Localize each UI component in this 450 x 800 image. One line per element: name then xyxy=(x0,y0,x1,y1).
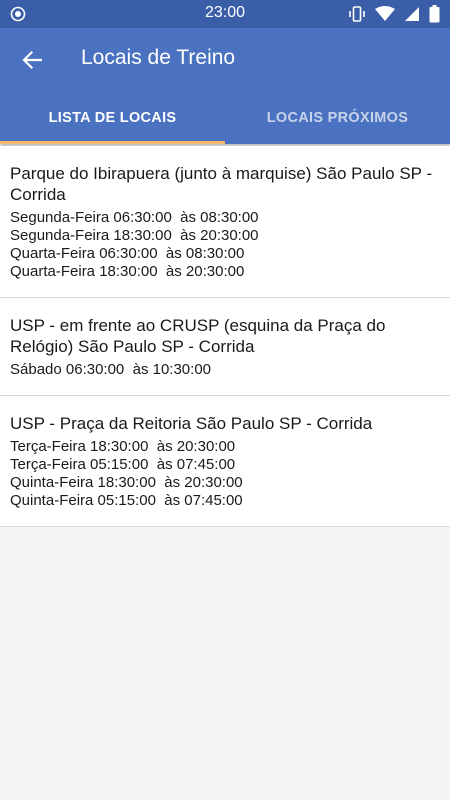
page-title: Locais de Treino xyxy=(81,46,236,69)
schedule-line: Segunda-Feira 06:30:00 às 08:30:00 xyxy=(10,209,259,226)
locations-list: Parque do Ibirapuera (junto à marquise) … xyxy=(0,146,450,527)
list-item[interactable]: USP - em frente ao CRUSP (esquina da Pra… xyxy=(0,298,450,396)
location-name: USP - em frente ao CRUSP (esquina da Pra… xyxy=(10,316,386,356)
list-item[interactable]: USP - Praça da Reitoria São Paulo SP - C… xyxy=(0,396,450,527)
app-bar: Locais de Treino xyxy=(0,28,450,92)
back-button[interactable] xyxy=(16,44,48,76)
location-name: USP - Praça da Reitoria São Paulo SP - C… xyxy=(10,414,373,433)
schedule-line: Quarta-Feira 18:30:00 às 20:30:00 xyxy=(10,263,245,280)
schedule-line: Sábado 06:30:00 às 10:30:00 xyxy=(10,361,212,378)
tab-label: LOCAIS PRÓXIMOS xyxy=(266,110,409,126)
wifi-icon xyxy=(375,6,395,21)
list-item[interactable]: Parque do Ibirapuera (junto à marquise) … xyxy=(0,146,450,298)
schedule-line: Terça-Feira 18:30:00 às 20:30:00 xyxy=(10,438,236,455)
schedule-line: Quarta-Feira 06:30:00 às 08:30:00 xyxy=(10,245,245,262)
tab-bar: LISTA DE LOCAIS LOCAIS PRÓXIMOS xyxy=(0,92,450,144)
status-bar: 23:00 xyxy=(0,0,450,28)
schedule-line: Terça-Feira 05:15:00 às 07:45:00 xyxy=(10,456,236,473)
tab-locais-proximos[interactable]: LOCAIS PRÓXIMOS xyxy=(225,92,450,144)
tab-label: LISTA DE LOCAIS xyxy=(48,110,177,126)
schedule-line: Quinta-Feira 18:30:00 às 20:30:00 xyxy=(10,474,243,491)
vibrate-icon xyxy=(349,6,365,22)
arrow-back-icon xyxy=(22,50,42,70)
signal-icon xyxy=(405,7,419,21)
location-name: Parque do Ibirapuera (junto à marquise) … xyxy=(10,164,433,204)
status-icons xyxy=(348,5,440,23)
tab-lista-de-locais[interactable]: LISTA DE LOCAIS xyxy=(0,92,225,144)
schedule-line: Quinta-Feira 05:15:00 às 07:45:00 xyxy=(10,492,243,509)
battery-icon xyxy=(429,5,440,23)
schedule-line: Segunda-Feira 18:30:00 às 20:30:00 xyxy=(10,227,259,244)
